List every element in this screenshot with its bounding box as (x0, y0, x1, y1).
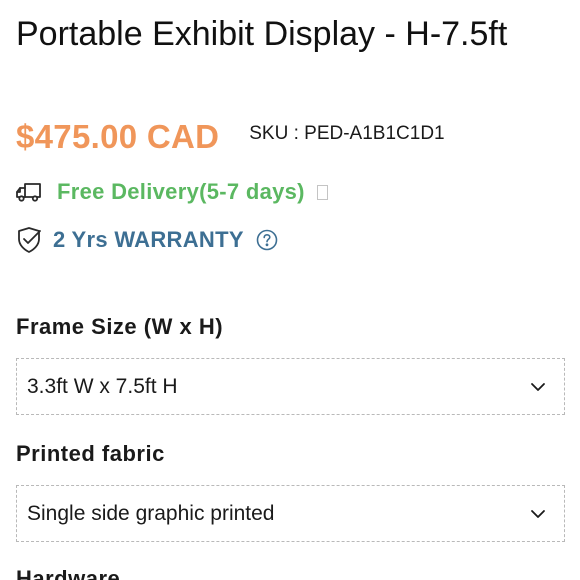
missing-glyph-icon (316, 184, 328, 200)
truck-icon (14, 177, 44, 207)
product-price: $475.00 CAD (16, 118, 220, 155)
chevron-down-icon (528, 504, 548, 524)
product-title: Portable Exhibit Display - H-7.5ft (16, 15, 508, 53)
product-sku: SKU : PED-A1B1C1D1 (249, 123, 445, 144)
frame-size-value: 3.3ft W x 7.5ft H (27, 374, 178, 398)
chevron-down-icon (528, 377, 548, 397)
printed-fabric-value: Single side graphic printed (27, 501, 275, 525)
frame-size-select[interactable]: 3.3ft W x 7.5ft H (16, 358, 565, 415)
shield-check-icon (14, 225, 44, 255)
hardware-label: Hardware (16, 566, 121, 580)
frame-size-label: Frame Size (W x H) (16, 314, 224, 339)
price-row: $475.00 CAD SKU : PED-A1B1C1D1 (16, 112, 564, 162)
delivery-text: Free Delivery(5-7 days) (57, 179, 305, 204)
question-circle-icon[interactable] (256, 229, 278, 251)
warranty-text: 2 Yrs WARRANTY (53, 227, 244, 252)
warranty-info: 2 Yrs WARRANTY (14, 222, 278, 258)
printed-fabric-select[interactable]: Single side graphic printed (16, 485, 565, 542)
delivery-info: Free Delivery(5-7 days) (14, 174, 328, 210)
printed-fabric-label: Printed fabric (16, 441, 165, 466)
